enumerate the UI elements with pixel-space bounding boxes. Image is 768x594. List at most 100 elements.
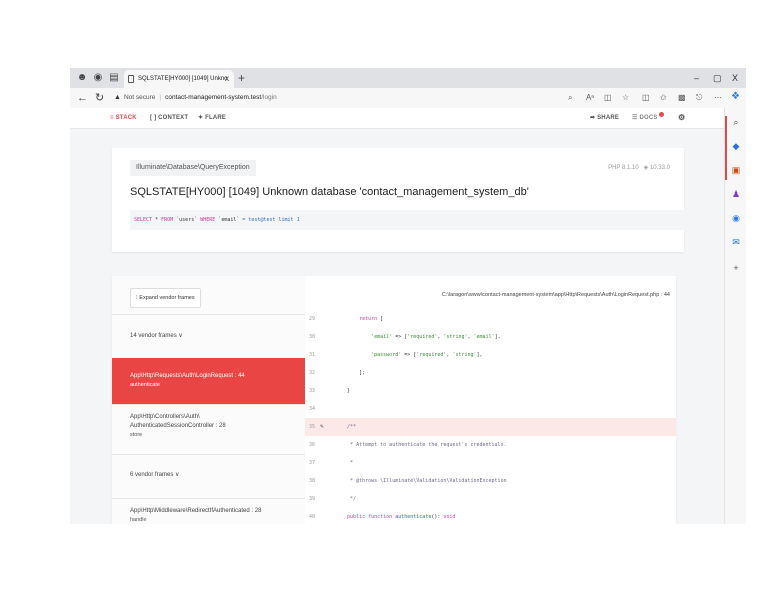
search-icon[interactable]: ⌕ <box>568 92 572 104</box>
code-source: return [ <box>335 310 383 328</box>
code-token: ]; <box>335 370 366 376</box>
favorites-icon[interactable]: ✩ <box>660 92 667 104</box>
code-line: 36 * Attempt to authenticate the request… <box>305 436 676 454</box>
split-screen-icon[interactable]: ◫ <box>642 92 650 104</box>
code-source: ]; <box>335 364 365 382</box>
frame-item[interactable]: App\Http\Middleware\RedirectIfAuthentica… <box>112 498 305 524</box>
browser-window: ☻ ◉ ▤ SQLSTATE[HY000] [1049] Unkno x + –… <box>70 68 746 524</box>
not-secure-label: Not secure <box>123 94 156 101</box>
collections-icon[interactable]: ▩ <box>678 92 686 104</box>
code-line: 30 'email' => ['required', 'string', 'em… <box>305 328 676 346</box>
tab-actions-icon[interactable]: ▤ <box>108 72 120 84</box>
sql-keyword: FROM <box>161 217 174 223</box>
code-token: return <box>335 316 381 322</box>
reader-icon[interactable]: ◫ <box>604 92 612 104</box>
line-number: 31 <box>309 352 316 358</box>
frame-method: handle <box>130 517 147 523</box>
browser-sidebar: ⌕ ◆ ▣ ♟ ◉ ✉ + <box>724 108 746 524</box>
code-line: 38 * @throws \Illuminate\Validation\Vali… <box>305 472 676 490</box>
favorite-icon[interactable]: ☆ <box>622 92 629 104</box>
code-line: 39 */ <box>305 490 676 508</box>
search-icon[interactable]: ⌕ <box>730 116 742 128</box>
nav-stack[interactable]: ≡ STACK <box>110 108 137 128</box>
line-number: 30 <box>309 334 316 340</box>
code-token: authenticate <box>395 514 432 520</box>
address-bar[interactable]: ▲ Not secure | contact-management-system.te… <box>114 90 277 106</box>
code-line: 37 * <box>305 454 676 472</box>
docs-button[interactable]: ☰ DOCS <box>632 108 664 128</box>
stack-frames: ⁝ Expand vendor frames 14 vendor frames … <box>112 276 306 524</box>
edit-pencil-icon[interactable]: ✎ <box>320 418 324 436</box>
exception-class[interactable]: Illuminate\Database\QueryException <box>130 160 256 176</box>
sql-keyword: WHERE <box>200 217 216 223</box>
tab-title: SQLSTATE[HY000] [1049] Unkno <box>138 76 228 82</box>
profile-icon[interactable]: ☻ <box>76 72 88 84</box>
code-source: public function authenticate(): void <box>335 508 455 524</box>
line-number: 40 <box>309 514 316 520</box>
frame-vendor-group[interactable]: 6 vendor frames ∨ <box>112 454 305 498</box>
code-token: 'required' <box>416 352 447 358</box>
code-source: * <box>335 454 353 472</box>
url-separator: | <box>159 94 162 101</box>
workspaces-icon[interactable]: ◉ <box>92 72 104 84</box>
games-icon[interactable]: ♟ <box>730 188 742 200</box>
frame-label: 14 vendor frames ∨ <box>130 333 183 339</box>
code-token: 'email' <box>473 334 495 340</box>
warning-icon: ▲ <box>114 94 121 101</box>
frame-method: store <box>130 432 143 438</box>
exception-message: SQLSTATE[HY000] [1049] Unknown database … <box>130 186 529 198</box>
code-token: 'password' <box>335 352 405 358</box>
shopping-icon[interactable]: ◆ <box>730 140 742 152</box>
frame-item[interactable]: App\Http\Controllers\Auth\ Authenticated… <box>112 404 305 454</box>
frame-label: App\Http\Middleware\RedirectIfAuthentica… <box>130 508 262 514</box>
line-number: 32 <box>309 370 316 376</box>
expand-vendor-frames-button[interactable]: ⁝ Expand vendor frames <box>130 288 201 308</box>
share-label: SHARE <box>597 115 620 121</box>
close-window-button[interactable]: X <box>732 71 738 85</box>
add-icon[interactable]: + <box>730 262 742 274</box>
office-icon[interactable]: ◉ <box>730 212 742 224</box>
refresh-icon[interactable]: ↻ <box>95 91 104 105</box>
code-token: */ <box>335 496 357 502</box>
line-number: 33 <box>309 388 316 394</box>
extensions-icon[interactable]: ⎋ <box>696 92 702 104</box>
code-token: void <box>443 514 456 520</box>
minimize-button[interactable]: – <box>694 71 699 85</box>
tab-active[interactable]: SQLSTATE[HY000] [1049] Unkno x <box>124 70 234 88</box>
copilot-icon[interactable]: ❖ <box>731 91 740 103</box>
code-token: (): <box>431 514 444 520</box>
frame-label: App\Http\Requests\Auth\LoginRequest : 44 <box>130 373 245 379</box>
url-host: contact-management-system.test <box>165 94 262 101</box>
outlook-icon[interactable]: ✉ <box>730 236 742 248</box>
php-version: PHP 8.1.10 <box>608 165 639 171</box>
new-tab-button[interactable]: + <box>238 70 245 86</box>
share-button[interactable]: ➦ SHARE <box>590 108 619 128</box>
docs-label: DOCS <box>639 115 658 121</box>
code-viewer: C:\laragon\www\contact-management-system… <box>305 276 676 524</box>
sql-keyword: SELECT <box>134 217 153 223</box>
tab-close-button[interactable]: x <box>225 70 229 88</box>
frame-label: App\Http\Controllers\Auth\ <box>130 414 200 420</box>
sql-query: SELECT * FROM `users` WHERE `email` = te… <box>130 210 696 230</box>
version-info: PHP 8.1.10 ◈ 10.33.0 <box>608 160 670 176</box>
back-arrow-icon[interactable]: ← <box>77 91 88 105</box>
line-number: 34 <box>309 406 316 412</box>
frame-vendor-group[interactable]: 14 vendor frames ∨ <box>112 314 305 358</box>
code-token: 'string' <box>452 352 477 358</box>
read-aloud-icon[interactable]: Aⁿ <box>586 92 594 104</box>
tools-icon[interactable]: ▣ <box>730 164 742 176</box>
code-line: 31 'password' => ['required', 'string'], <box>305 346 676 364</box>
more-icon[interactable]: ⋯ <box>714 92 722 104</box>
settings-gear-icon[interactable]: ⚙ <box>678 108 685 128</box>
code-token: [ <box>380 316 384 322</box>
file-path[interactable]: C:\laragon\www\contact-management-system… <box>442 292 670 298</box>
frame-active[interactable]: App\Http\Requests\Auth\LoginRequest : 44… <box>112 358 305 404</box>
line-number: 37 <box>309 460 316 466</box>
nav-stack-label: STACK <box>115 115 137 121</box>
code-token: 'email' <box>335 334 396 340</box>
restore-button[interactable]: ▢ <box>713 71 722 85</box>
line-number: 36 <box>309 442 316 448</box>
nav-flare[interactable]: ✦ FLARE <box>198 108 226 128</box>
code-source: * @throws \Illuminate\Validation\Validat… <box>335 472 507 490</box>
nav-context[interactable]: [ ] CONTEXT <box>150 108 188 128</box>
